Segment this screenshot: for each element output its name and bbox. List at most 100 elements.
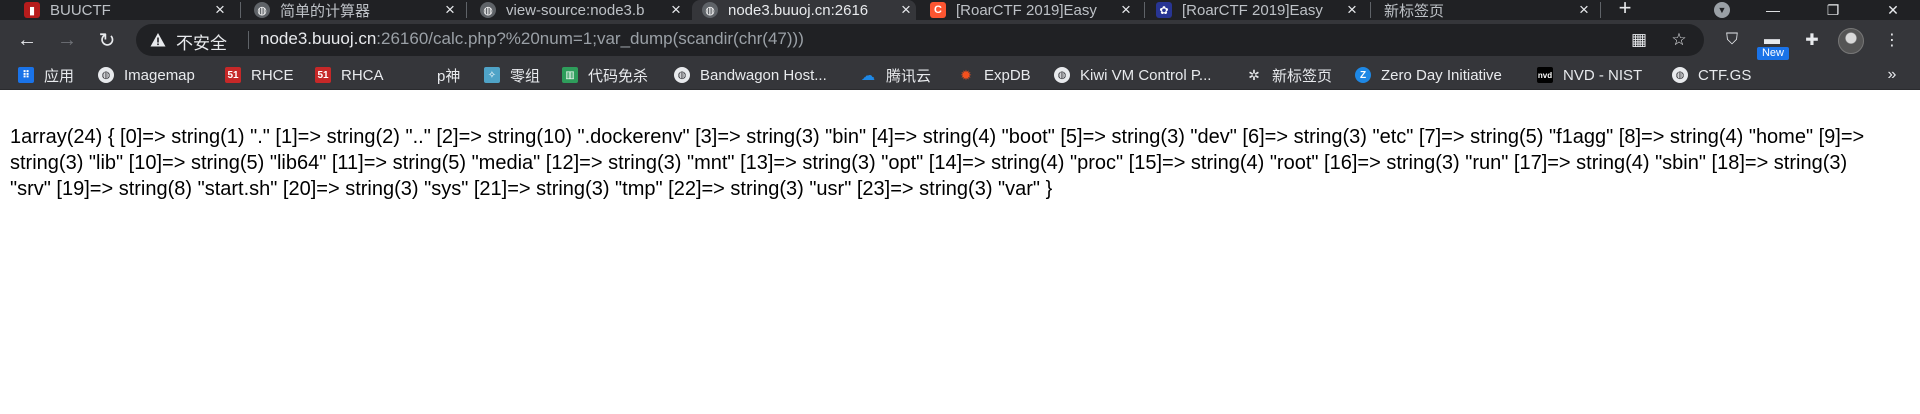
globe-icon: ◍ bbox=[480, 2, 496, 18]
bookmarks-overflow-button[interactable]: » bbox=[1880, 64, 1904, 86]
tab-close-icon[interactable]: × bbox=[1342, 0, 1362, 20]
close-window-button[interactable]: ✕ bbox=[1870, 0, 1916, 20]
tab-close-icon[interactable]: × bbox=[210, 0, 230, 20]
tab-title: [RoarCTF 2019]Easy bbox=[1182, 1, 1323, 19]
buuctf-icon: ▮ bbox=[24, 2, 40, 18]
tab-roarctf-cnblogs[interactable]: ✿ [RoarCTF 2019]Easy × bbox=[1152, 0, 1362, 20]
url-path: :26160/calc.php?%20num=1;var_dump(scandi… bbox=[376, 29, 804, 48]
security-status-label[interactable]: 不安全 bbox=[176, 29, 227, 54]
51cto-icon: 51 bbox=[315, 67, 331, 83]
extension-shield-button[interactable]: ⛉ bbox=[1720, 28, 1744, 52]
bookmark-label: 新标签页 bbox=[1272, 67, 1333, 85]
arrow-left-icon: ← bbox=[17, 28, 37, 51]
menu-button[interactable]: ⋮ bbox=[1880, 28, 1904, 52]
tab-divider bbox=[240, 2, 241, 18]
bookmark-zdi[interactable]: Z Zero Day Initiative bbox=[1355, 64, 1502, 86]
bookmark-label: CTF.GS bbox=[1698, 66, 1752, 84]
tab-title: node3.buuoj.cn:2616 bbox=[728, 1, 869, 19]
arrow-right-icon: → bbox=[57, 28, 77, 51]
bookmark-label: Bandwagon Host... bbox=[700, 66, 827, 84]
browser-toolbar: ← → ↻ 不安全 node3.buuoj.cn:26160/calc.php?… bbox=[0, 20, 1920, 60]
reload-button[interactable]: ↻ bbox=[93, 26, 121, 54]
tab-close-icon[interactable]: × bbox=[1116, 0, 1136, 20]
more-vert-icon: ⋮ bbox=[1884, 32, 1900, 49]
star-icon: ☆ bbox=[1671, 30, 1687, 49]
reload-icon: ↻ bbox=[98, 29, 116, 52]
tab-close-icon[interactable]: × bbox=[1574, 0, 1594, 20]
tab-calculator[interactable]: ◍ 简单的计算器 × bbox=[250, 0, 460, 20]
warning-icon bbox=[150, 33, 166, 47]
tab-new-tab[interactable]: 新标签页 × bbox=[1384, 0, 1594, 20]
51cto-icon: 51 bbox=[225, 67, 241, 83]
url-host: node3.buuoj.cn bbox=[260, 29, 377, 48]
bookmark-pshen[interactable]: p神 bbox=[437, 64, 460, 86]
bookmark-nvd[interactable]: nvd NVD - NIST bbox=[1537, 64, 1642, 86]
expdb-icon: ✹ bbox=[960, 66, 972, 83]
bookmark-rhca[interactable]: 51 RHCA bbox=[315, 64, 384, 86]
bookmark-label: 腾讯云 bbox=[886, 67, 932, 85]
tab-view-source[interactable]: ◍ view-source:node3.b × bbox=[476, 0, 686, 20]
page-content: 1array(24) { [0]=> string(1) "." [1]=> s… bbox=[0, 90, 1920, 414]
chevron-down-icon: ▼ bbox=[1714, 2, 1730, 18]
csdn-icon: C bbox=[930, 2, 946, 18]
tab-divider bbox=[1370, 2, 1371, 18]
bookmark-bandwagon[interactable]: ◍ Bandwagon Host... bbox=[674, 64, 827, 86]
bookmark-imagemap[interactable]: ◍ Imagemap bbox=[98, 64, 195, 86]
tab-close-icon[interactable]: × bbox=[440, 0, 460, 20]
tab-divider bbox=[1144, 2, 1145, 18]
tab-title: 简单的计算器 bbox=[280, 2, 371, 20]
qr-code-button[interactable]: ▦ bbox=[1629, 30, 1649, 50]
bookmark-newtab[interactable]: ✲ 新标签页 bbox=[1246, 64, 1332, 86]
bookmark-lingzu[interactable]: ✧ 零组 bbox=[484, 64, 540, 86]
bookmark-rhce[interactable]: 51 RHCE bbox=[225, 64, 294, 86]
globe-icon: ◍ bbox=[254, 2, 270, 18]
new-tab-button[interactable]: + bbox=[1612, 0, 1638, 20]
puzzle-icon: ✚ bbox=[1805, 32, 1819, 49]
tab-strip: ▮ BUUCTF × ◍ 简单的计算器 × ◍ view-source:node… bbox=[0, 0, 1920, 20]
globe-icon: ◍ bbox=[98, 67, 114, 83]
bookmark-label: 应用 bbox=[44, 67, 75, 85]
tab-title: [RoarCTF 2019]Easy bbox=[956, 1, 1097, 19]
back-button[interactable]: ← bbox=[13, 26, 41, 54]
bookmark-label: 零组 bbox=[510, 67, 541, 85]
zdi-icon: Z bbox=[1355, 67, 1371, 83]
bookmarks-bar: ⠿ 应用 ◍ Imagemap 51 RHCE 51 RHCA p神 ✧ 零组 … bbox=[0, 60, 1920, 90]
bookmark-star-button[interactable]: ☆ bbox=[1669, 30, 1689, 50]
bookmark-label: Imagemap bbox=[124, 66, 195, 84]
bookmark-label: p神 bbox=[437, 67, 461, 85]
minimize-button[interactable]: — bbox=[1750, 0, 1796, 20]
tab-roarctf-csdn[interactable]: C [RoarCTF 2019]Easy × bbox=[926, 0, 1136, 20]
bookmark-kiwivm[interactable]: ◍ Kiwi VM Control P... bbox=[1054, 64, 1211, 86]
var-dump-output: 1array(24) { [0]=> string(1) "." [1]=> s… bbox=[10, 126, 1865, 200]
bookmark-label: Zero Day Initiative bbox=[1381, 66, 1502, 84]
tab-search-button[interactable]: ▼ bbox=[1712, 0, 1732, 20]
bookmark-ctfgs[interactable]: ◍ CTF.GS bbox=[1672, 64, 1751, 86]
maximize-button[interactable]: ❐ bbox=[1810, 0, 1856, 20]
new-badge: New bbox=[1757, 47, 1789, 60]
tab-close-icon[interactable]: × bbox=[666, 0, 686, 20]
bookmark-daima[interactable]: ▥ 代码免杀 bbox=[562, 64, 648, 86]
address-bar[interactable]: 不安全 node3.buuoj.cn:26160/calc.php?%20num… bbox=[136, 24, 1704, 56]
bookmark-apps[interactable]: ⠿ 应用 bbox=[18, 64, 74, 86]
bars-icon: ▥ bbox=[562, 67, 578, 83]
bookmark-expdb[interactable]: ✹ ExpDB bbox=[958, 64, 1031, 86]
tab-title: BUUCTF bbox=[50, 1, 111, 19]
forward-button[interactable]: → bbox=[53, 26, 81, 54]
extensions-button[interactable]: ✚ bbox=[1800, 28, 1824, 52]
url-text[interactable]: node3.buuoj.cn:26160/calc.php?%20num=1;v… bbox=[260, 29, 804, 49]
bookmark-label: ExpDB bbox=[984, 66, 1031, 84]
cnblogs-icon: ✿ bbox=[1156, 2, 1172, 18]
tab-node3-active[interactable]: ◍ node3.buuoj.cn:2616 × bbox=[692, 0, 916, 20]
gear-icon: ✲ bbox=[1248, 66, 1260, 83]
apps-grid-icon: ⠿ bbox=[18, 67, 34, 83]
tab-buuctf[interactable]: ▮ BUUCTF × bbox=[20, 0, 230, 20]
lingzu-icon: ✧ bbox=[484, 67, 500, 83]
tab-close-icon[interactable]: × bbox=[896, 0, 916, 20]
bookmark-label: RHCA bbox=[341, 66, 384, 84]
bookmark-label: NVD - NIST bbox=[1563, 66, 1643, 84]
avatar[interactable] bbox=[1838, 28, 1864, 54]
tab-title: 新标签页 bbox=[1384, 2, 1445, 20]
bookmark-tencent-cloud[interactable]: ☁ 腾讯云 bbox=[860, 64, 931, 86]
cloud-icon: ☁ bbox=[861, 66, 875, 83]
bookmark-label: 代码免杀 bbox=[588, 67, 649, 85]
